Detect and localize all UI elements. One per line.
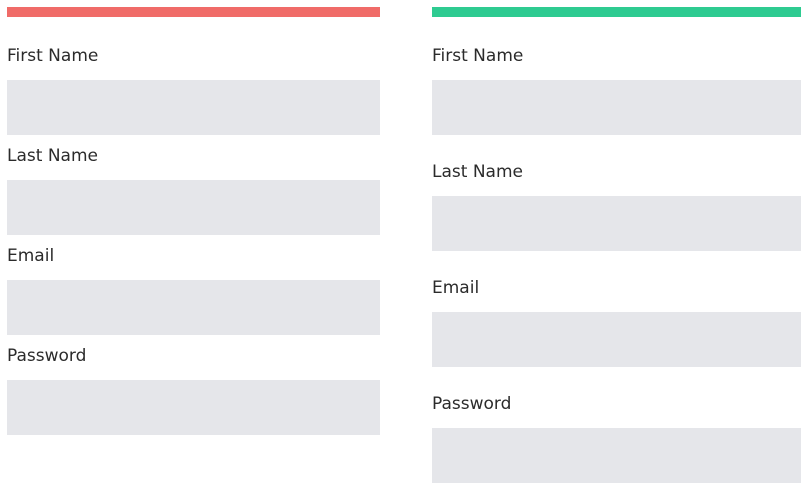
email-input[interactable] <box>432 312 801 367</box>
accent-bar-red <box>7 7 380 17</box>
first-name-field-group: First Name <box>7 45 380 135</box>
password-label: Password <box>7 346 87 366</box>
last-name-field-group: Last Name <box>7 145 380 235</box>
email-input[interactable] <box>7 280 380 335</box>
last-name-label: Last Name <box>7 146 98 166</box>
accent-bar-green <box>432 7 801 17</box>
last-name-input[interactable] <box>432 196 801 251</box>
last-name-label: Last Name <box>432 162 523 182</box>
first-name-label: First Name <box>7 46 99 66</box>
email-field-group: Email <box>432 277 801 367</box>
password-input[interactable] <box>432 428 801 483</box>
email-field-group: Email <box>7 245 380 335</box>
last-name-input[interactable] <box>7 180 380 235</box>
first-name-input[interactable] <box>7 80 380 135</box>
password-field-group: Password <box>432 393 801 483</box>
email-label: Email <box>7 246 55 266</box>
first-name-label: First Name <box>432 46 524 66</box>
password-label: Password <box>432 394 512 414</box>
signup-form-spacious: First Name Last Name Email Password <box>432 7 801 483</box>
first-name-input[interactable] <box>432 80 801 135</box>
email-label: Email <box>432 278 480 298</box>
first-name-field-group: First Name <box>432 45 801 135</box>
password-field-group: Password <box>7 345 380 435</box>
last-name-field-group: Last Name <box>432 161 801 251</box>
password-input[interactable] <box>7 380 380 435</box>
signup-form-compact: First Name Last Name Email Password <box>7 7 380 435</box>
